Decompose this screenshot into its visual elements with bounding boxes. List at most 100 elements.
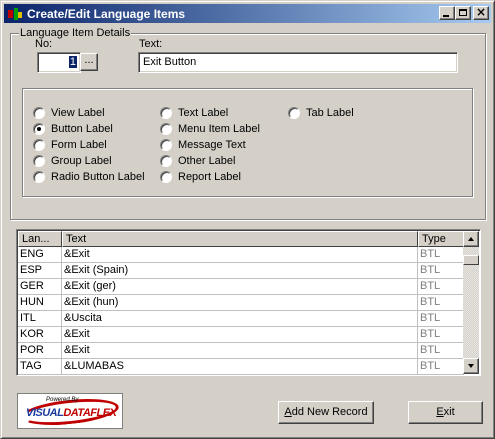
table-row[interactable]: TAG &LUMABAS BTL (18, 359, 464, 375)
add-new-record-accel: A (284, 406, 292, 418)
radio-label: Other Label (178, 155, 236, 167)
cell-language[interactable]: KOR (18, 327, 62, 343)
grid-rows: ENG &Exit BTL ESP &Exit (Spain) BTL GER &Exit (… (18, 247, 464, 375)
cell-text[interactable]: &Uscita (62, 311, 418, 327)
radio-button-label[interactable]: Button Label (33, 122, 113, 136)
text-label: Text: (139, 38, 163, 50)
cell-type[interactable]: BTL (418, 279, 464, 295)
radio-form-label[interactable]: Form Label (33, 138, 107, 152)
lookup-label: ... (84, 54, 94, 66)
cell-language[interactable]: ENG (18, 247, 62, 263)
radio-circle[interactable] (33, 155, 45, 167)
column-header-type[interactable]: Type (418, 231, 464, 247)
column-header-language[interactable]: Lan... (18, 231, 62, 247)
maximize-button[interactable] (455, 6, 471, 20)
radio-label: Group Label (51, 155, 112, 167)
number-value: 1 (68, 56, 77, 68)
table-row[interactable]: ITL &Uscita BTL (18, 311, 464, 327)
cell-type[interactable]: BTL (418, 343, 464, 359)
radio-circle[interactable] (160, 139, 172, 151)
cell-language[interactable]: ESP (18, 263, 62, 279)
scroll-up-button[interactable] (463, 231, 479, 247)
table-row[interactable]: HUN &Exit (hun) BTL (18, 295, 464, 311)
scroll-down-icon (468, 364, 474, 368)
add-new-record-button[interactable]: Add New Record (278, 401, 374, 424)
table-row[interactable]: ESP &Exit (Spain) BTL (18, 263, 464, 279)
text-field[interactable]: Exit Button (138, 52, 458, 73)
radio-circle[interactable] (160, 155, 172, 167)
logo-brand-dataflex: DATAFLEX (63, 407, 117, 419)
minimize-button[interactable] (439, 6, 455, 20)
radio-label: Radio Button Label (51, 171, 145, 183)
exit-button[interactable]: Exit (408, 401, 483, 424)
title-bar[interactable]: Create/Edit Language Items × (4, 4, 491, 23)
exit-accel: E (436, 406, 444, 418)
radio-circle[interactable] (160, 107, 172, 119)
radio-circle[interactable] (160, 123, 172, 135)
table-row[interactable]: KOR &Exit BTL (18, 327, 464, 343)
window-title: Create/Edit Language Items (27, 6, 186, 21)
logo-brand: VISUALDATAFLEX (26, 407, 117, 419)
radio-text-label[interactable]: Text Label (160, 106, 228, 120)
radio-label: Button Label (51, 123, 113, 135)
cell-type[interactable]: BTL (418, 359, 464, 375)
cell-language[interactable]: GER (18, 279, 62, 295)
language-items-window: Create/Edit Language Items × Language It… (0, 0, 495, 439)
radio-selected-dot (37, 127, 41, 131)
cell-type[interactable]: BTL (418, 295, 464, 311)
radio-message-text[interactable]: Message Text (160, 138, 246, 152)
cell-text[interactable]: &Exit (hun) (62, 295, 418, 311)
radio-circle[interactable] (33, 139, 45, 151)
radio-circle[interactable] (33, 107, 45, 119)
visual-dataflex-logo: Powered By VISUALDATAFLEX (17, 393, 123, 429)
cell-type[interactable]: BTL (418, 263, 464, 279)
text-field-value: Exit Button (143, 56, 197, 68)
radio-view-label[interactable]: View Label (33, 106, 105, 120)
radio-label: Report Label (178, 171, 241, 183)
radio-label: Text Label (178, 107, 229, 119)
scroll-thumb[interactable] (463, 255, 479, 265)
cell-text[interactable]: &Exit (Spain) (62, 263, 418, 279)
no-label: No: (35, 38, 53, 50)
cell-language[interactable]: POR (18, 343, 62, 359)
app-chart-icon[interactable] (7, 7, 23, 21)
radio-other-label[interactable]: Other Label (160, 154, 235, 168)
close-icon: × (475, 5, 487, 19)
radio-label: View Label (51, 107, 105, 119)
radio-menu-item-label[interactable]: Menu Item Label (160, 122, 260, 136)
cell-text[interactable]: &Exit (ger) (62, 279, 418, 295)
table-row[interactable]: ENG &Exit BTL (18, 247, 464, 263)
cell-language[interactable]: ITL (18, 311, 62, 327)
cell-text[interactable]: &Exit (62, 327, 418, 343)
cell-type[interactable]: BTL (418, 247, 464, 263)
radio-label: Form Label (51, 139, 107, 151)
radio-label: Menu Item Label (178, 123, 260, 135)
cell-language[interactable]: HUN (18, 295, 62, 311)
scroll-down-button[interactable] (463, 358, 479, 374)
logo-powered-by: Powered By (46, 397, 79, 403)
cell-language[interactable]: TAG (18, 359, 62, 375)
radio-group-label[interactable]: Group Label (33, 154, 112, 168)
radio-circle[interactable] (33, 171, 45, 183)
grid-vertical-scrollbar[interactable] (463, 231, 479, 374)
lookup-button[interactable]: ... (80, 53, 98, 71)
number-field[interactable]: 1 (37, 52, 81, 73)
radio-circle[interactable] (160, 171, 172, 183)
language-grid[interactable]: Lan... Text Type ENG &Exit BTL ESP &Exit (Sp… (16, 229, 481, 376)
add-new-record-label: dd New Record (291, 406, 368, 418)
table-row[interactable]: GER &Exit (ger) BTL (18, 279, 464, 295)
cell-type[interactable]: BTL (418, 327, 464, 343)
cell-text[interactable]: &Exit (62, 247, 418, 263)
radio-circle[interactable] (288, 107, 300, 119)
minimize-icon (443, 15, 449, 17)
radio-radio-button-label[interactable]: Radio Button Label (33, 170, 145, 184)
cell-type[interactable]: BTL (418, 311, 464, 327)
radio-circle[interactable] (33, 123, 45, 135)
cell-text[interactable]: &LUMABAS (62, 359, 418, 375)
table-row[interactable]: POR &Exit BTL (18, 343, 464, 359)
radio-report-label[interactable]: Report Label (160, 170, 241, 184)
column-header-text[interactable]: Text (62, 231, 418, 247)
close-button[interactable]: × (473, 5, 489, 20)
radio-tab-label[interactable]: Tab Label (288, 106, 354, 120)
cell-text[interactable]: &Exit (62, 343, 418, 359)
